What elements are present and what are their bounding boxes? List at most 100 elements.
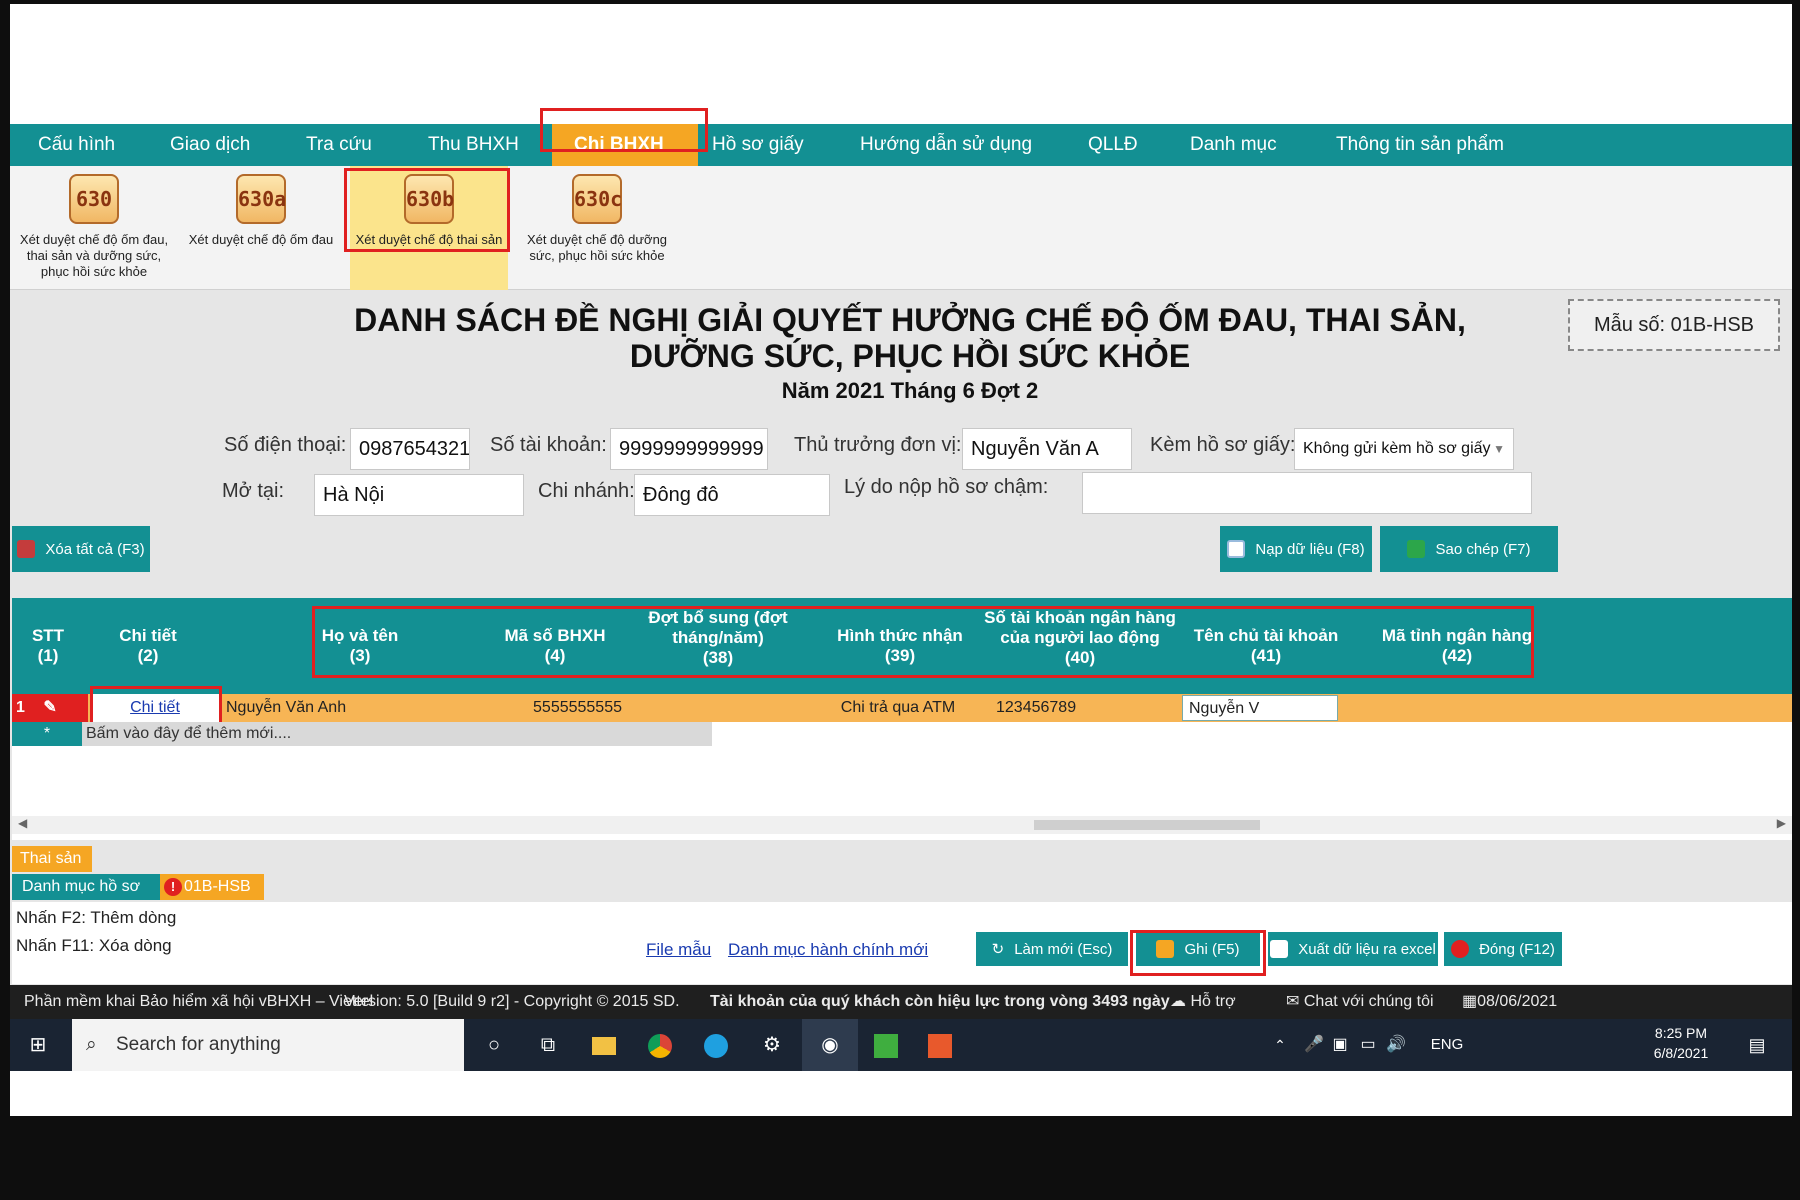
head-label: Thủ trưởng đơn vị: bbox=[794, 434, 962, 456]
branch-label: Chi nhánh: bbox=[538, 480, 635, 502]
save-icon bbox=[1156, 940, 1175, 958]
admin-list-link[interactable]: Danh mục hành chính mới bbox=[728, 940, 928, 960]
scroll-left-icon[interactable]: ◀ bbox=[18, 816, 27, 830]
late-reason-label: Lý do nộp hồ sơ chậm: bbox=[844, 476, 1049, 498]
language-indicator[interactable]: ENG bbox=[1422, 1019, 1472, 1071]
sample-file-link[interactable]: File mẫu bbox=[646, 940, 711, 960]
volume-icon[interactable]: 🔊 bbox=[1384, 1019, 1408, 1071]
ribbon: 630 Xét duyệt chế độ ốm đau, thai sản và… bbox=[10, 166, 1792, 290]
form-630c-icon: 630c bbox=[572, 174, 622, 224]
tab-thai-san[interactable]: Thai sản bbox=[12, 846, 92, 872]
col-so-tk[interactable]: Số tài khoản ngân hàng của người lao độn… bbox=[980, 608, 1180, 668]
close-button[interactable]: Đóng (F12) bbox=[1444, 932, 1562, 966]
task-view-icon[interactable]: ⧉ bbox=[524, 1019, 572, 1071]
head-field[interactable]: Nguyễn Văn A bbox=[962, 428, 1132, 470]
camtasia-green-icon[interactable] bbox=[862, 1019, 910, 1071]
taskbar-clock[interactable]: 8:25 PM 6/8/2021 bbox=[1646, 1023, 1716, 1063]
refresh-button[interactable]: ↻ Làm mới (Esc) bbox=[976, 932, 1128, 966]
col-ma-tinh[interactable]: Mã tỉnh ngân hàng (42) bbox=[1374, 626, 1540, 666]
save-button[interactable]: Ghi (F5) bbox=[1136, 932, 1260, 966]
edge-icon[interactable] bbox=[692, 1019, 740, 1071]
load-data-button[interactable]: Nạp dữ liệu (F8) bbox=[1220, 526, 1372, 572]
screen: Cấu hình Giao dịch Tra cứu Thu BHXH Chi … bbox=[10, 4, 1792, 1116]
menu-thu-bhxh[interactable]: Thu BHXH bbox=[428, 124, 519, 166]
open-at-field[interactable]: Hà Nội bbox=[314, 474, 524, 516]
col-dot-bo-sung[interactable]: Đợt bổ sung (đợt tháng/năm) (38) bbox=[636, 608, 800, 668]
row-detail-link[interactable]: Chi tiết bbox=[90, 694, 220, 722]
menu-chi-bhxh[interactable]: Chi BHXH bbox=[552, 124, 698, 166]
chrome-icon[interactable] bbox=[636, 1019, 684, 1071]
col-stt[interactable]: STT (1) bbox=[16, 626, 80, 666]
settings-gear-icon[interactable]: ⚙ bbox=[748, 1019, 796, 1071]
form-630b-icon: 630b bbox=[404, 174, 454, 224]
phone-field[interactable]: 0987654321 bbox=[350, 428, 470, 470]
copy-button[interactable]: Sao chép (F7) bbox=[1380, 526, 1558, 572]
camtasia-orange-icon[interactable] bbox=[916, 1019, 964, 1071]
ribbon-630b[interactable]: 630b Xét duyệt chế độ thai sản bbox=[350, 166, 508, 290]
grid-body: 1 ✎ Chi tiết Nguyễn Văn Anh 5555555555 C… bbox=[12, 686, 1792, 840]
ribbon-630[interactable]: 630 Xét duyệt chế độ ốm đau, thai sản và… bbox=[14, 166, 174, 290]
chevron-up-icon[interactable]: ⌃ bbox=[1268, 1019, 1292, 1071]
export-excel-button[interactable]: Xuất dữ liệu ra excel bbox=[1268, 932, 1438, 966]
status-bar: Phần mềm khai Bảo hiểm xã hội vBHXH – Vi… bbox=[10, 985, 1792, 1019]
scroll-right-icon[interactable]: ▶ bbox=[1777, 816, 1786, 830]
new-row-hint[interactable]: Bấm vào đây để thêm mới.... bbox=[86, 722, 291, 746]
status-support[interactable]: ☁ Hỗ trợ bbox=[1170, 985, 1236, 1019]
menu-danh-muc[interactable]: Danh mục bbox=[1190, 124, 1277, 166]
late-reason-field[interactable] bbox=[1082, 472, 1532, 514]
row-stt[interactable]: 1 ✎ bbox=[12, 694, 88, 722]
menu-tra-cuu[interactable]: Tra cứu bbox=[306, 124, 372, 166]
horizontal-scrollbar[interactable]: ◀ ▶ bbox=[12, 816, 1792, 834]
microphone-icon[interactable]: 🎤 bbox=[1302, 1019, 1326, 1071]
col-ho-ten[interactable]: Họ và tên (3) bbox=[308, 626, 412, 666]
network-icon[interactable]: ▣ bbox=[1328, 1019, 1352, 1071]
branch-field[interactable]: Đông đô bbox=[634, 474, 830, 516]
ribbon-630c[interactable]: 630c Xét duyệt chế độ dưỡng sức, phục hồ… bbox=[522, 166, 672, 290]
col-ma-bhxh[interactable]: Mã số BHXH (4) bbox=[500, 626, 610, 666]
scrollbar-thumb[interactable] bbox=[1034, 820, 1260, 830]
menu-cau-hinh[interactable]: Cấu hình bbox=[38, 124, 115, 166]
menu-thong-tin[interactable]: Thông tin sản phẩm bbox=[1336, 124, 1504, 166]
chat-icon: ✉ bbox=[1286, 993, 1304, 1010]
menu-giao-dich[interactable]: Giao dịch bbox=[170, 124, 250, 166]
col-hinh-thuc[interactable]: Hình thức nhận (39) bbox=[830, 626, 970, 666]
menu-huong-dan[interactable]: Hướng dẫn sử dụng bbox=[860, 124, 1032, 166]
tab-form-code[interactable]: ! 01B-HSB bbox=[160, 874, 264, 900]
page-subtitle: Năm 2021 Tháng 6 Đợt 2 bbox=[781, 378, 1039, 403]
ribbon-630a[interactable]: 630a Xét duyệt chế độ ốm đau bbox=[186, 166, 336, 290]
tab-form-code-label: 01B-HSB bbox=[184, 878, 251, 895]
hint-f2: Nhấn F2: Thêm dòng bbox=[16, 908, 177, 927]
new-row[interactable]: * Bấm vào đây để thêm mới.... bbox=[12, 722, 712, 746]
menu-qlld[interactable]: QLLĐ bbox=[1088, 124, 1138, 166]
col-ten-chu-tk[interactable]: Tên chủ tài khoản (41) bbox=[1188, 626, 1344, 666]
file-explorer-icon[interactable] bbox=[580, 1019, 628, 1071]
menu-ho-so-giay[interactable]: Hồ sơ giấy bbox=[712, 124, 804, 166]
cortana-icon[interactable]: ○ bbox=[470, 1019, 518, 1071]
status-app: Phần mềm khai Bảo hiểm xã hội vBHXH – Vi… bbox=[24, 993, 374, 1010]
row-name[interactable]: Nguyễn Văn Anh bbox=[226, 694, 526, 722]
paper-select[interactable]: Không gửi kèm hồ sơ giấy ▼ bbox=[1294, 428, 1514, 470]
clear-all-button[interactable]: Xóa tất cả (F3) bbox=[12, 526, 150, 572]
vbhxh-app-icon[interactable]: ◉ bbox=[802, 1019, 858, 1071]
taskbar-search[interactable]: ⌕ Search for anything bbox=[72, 1019, 464, 1071]
windows-start-icon[interactable]: ⊞ bbox=[10, 1019, 66, 1071]
chevron-down-icon[interactable]: ▼ bbox=[1493, 429, 1505, 469]
status-chat[interactable]: ✉ Chat với chúng tôi bbox=[1286, 985, 1434, 1019]
status-license: Tài khoản của quý khách còn hiệu lực tro… bbox=[710, 993, 1170, 1010]
table-row[interactable]: 1 ✎ Chi tiết Nguyễn Văn Anh 5555555555 C… bbox=[12, 694, 1792, 722]
form-630a-icon: 630a bbox=[236, 174, 286, 224]
display-icon[interactable]: ▭ bbox=[1356, 1019, 1380, 1071]
row-bhxh[interactable]: 5555555555 bbox=[518, 694, 622, 722]
row-receive[interactable]: Chi trả qua ATM bbox=[818, 694, 978, 722]
notification-icon[interactable]: ▤ bbox=[1742, 1019, 1772, 1071]
account-field[interactable]: 9999999999999 bbox=[610, 428, 768, 470]
col-chi-tiet[interactable]: Chi tiết (2) bbox=[92, 626, 204, 666]
row-bank-acc[interactable]: 123456789 bbox=[996, 694, 1146, 722]
holder-name-input[interactable]: Nguyễn V bbox=[1182, 695, 1338, 721]
row-dot[interactable] bbox=[624, 694, 804, 722]
new-row-marker: * bbox=[12, 722, 82, 746]
clear-all-label: Xóa tất cả (F3) bbox=[45, 540, 145, 558]
row-bank-province[interactable] bbox=[1362, 694, 1542, 722]
refresh-icon: ↻ bbox=[991, 941, 1005, 958]
close-icon bbox=[1451, 940, 1470, 958]
